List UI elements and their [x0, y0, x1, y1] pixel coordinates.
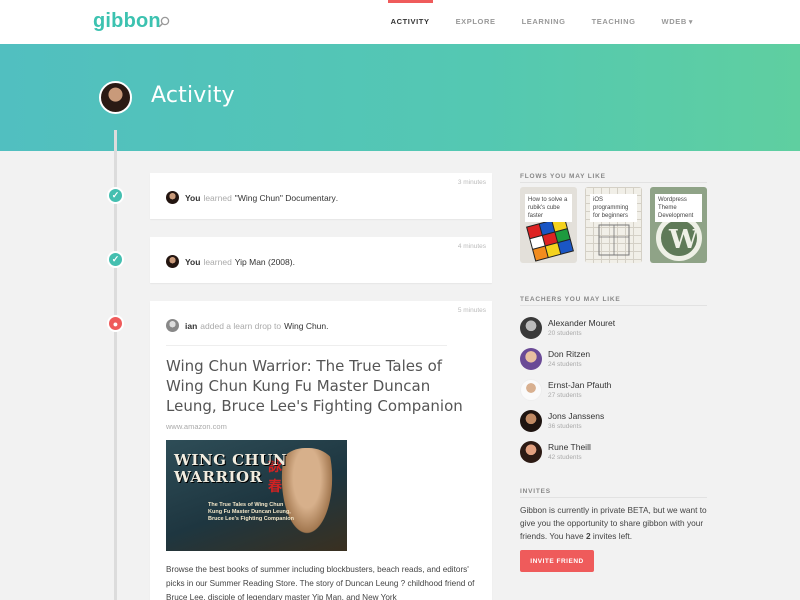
divider — [520, 497, 707, 498]
teacher-item[interactable]: Don Ritzen 24 students — [520, 348, 710, 372]
activity-object-link[interactable]: Wing Chun — [284, 321, 326, 331]
section-title-flows: FLOWS YOU MAY LIKE — [520, 173, 606, 180]
activity-verb: learned — [203, 256, 232, 267]
divider — [520, 182, 707, 183]
check-icon: ✓ — [107, 187, 124, 204]
learn-drop-description: Browse the best books of summer includin… — [166, 565, 475, 600]
source-link[interactable]: www.amazon.com — [166, 422, 227, 431]
teacher-name: Don Ritzen — [548, 349, 591, 359]
avatar — [520, 441, 542, 463]
nav-teaching[interactable]: TEACHING — [579, 0, 649, 44]
book-cover-image[interactable]: 詠春 WING CHUN WARRIOR The True Tales of W… — [166, 440, 347, 551]
section-title-teachers: TEACHERS YOU MAY LIKE — [520, 296, 621, 303]
invite-description: Gibbon is currently in private BETA, but… — [520, 505, 707, 541]
flow-card-rubiks[interactable]: How to solve a rubik's cube faster — [520, 187, 577, 263]
rubiks-cube-image — [526, 216, 574, 262]
activity-text: ian added a learn drop to Wing Chun . — [166, 319, 329, 332]
page-header-banner: Activity — [0, 44, 800, 151]
teacher-item[interactable]: Ernst-Jan Pfauth 27 students — [520, 379, 710, 403]
divider — [520, 305, 707, 306]
section-title-invites: INVITES — [520, 488, 551, 495]
learn-drop-title[interactable]: Wing Chun Warrior: The True Tales of Win… — [166, 356, 481, 416]
activity-verb: added a learn drop to — [200, 320, 282, 331]
divider — [166, 345, 447, 346]
timestamp: 5 minutes — [457, 307, 486, 314]
actor-link[interactable]: ian — [185, 321, 197, 331]
activity-text: You learned "Wing Chun" Documentary . — [166, 191, 338, 204]
book-cover-subtitle: The True Tales of Wing Chun Kung Fu Mast… — [208, 502, 294, 522]
nav-explore[interactable]: EXPLORE — [443, 0, 509, 44]
flow-card-ios[interactable]: iOS programming for beginners — [585, 187, 642, 263]
activity-object-link[interactable]: Yip Man (2008) — [235, 257, 293, 267]
actor-link[interactable]: You — [185, 257, 200, 267]
teacher-item[interactable]: Rune Theill 42 students — [520, 441, 710, 465]
avatar — [520, 410, 542, 432]
top-navigation-bar: gibbon ACTIVITY EXPLORE LEARNING TEACHIN… — [0, 0, 800, 44]
avatar — [520, 317, 542, 339]
flow-label: How to solve a rubik's cube faster — [525, 194, 572, 222]
teacher-name: Alexander Mouret — [548, 318, 616, 328]
avatar — [520, 348, 542, 370]
user-avatar[interactable] — [99, 81, 132, 114]
page-title: Activity — [151, 83, 235, 108]
nav-learning[interactable]: LEARNING — [509, 0, 579, 44]
flow-label: iOS programming for beginners — [590, 194, 637, 222]
teacher-students: 24 students — [548, 361, 582, 368]
activity-card: 4 minutes You learned Yip Man (2008) . — [150, 237, 492, 283]
actor-link[interactable]: You — [185, 193, 200, 203]
timestamp: 3 minutes — [457, 179, 486, 186]
drop-icon: ● — [107, 315, 124, 332]
activity-verb: learned — [203, 192, 232, 203]
teacher-students: 27 students — [548, 392, 582, 399]
teacher-name: Jons Janssens — [548, 411, 605, 421]
punctuation: . — [326, 320, 329, 331]
teacher-students: 42 students — [548, 454, 582, 461]
gibbon-logo[interactable]: gibbon — [93, 10, 161, 33]
nav-activity[interactable]: ACTIVITY — [378, 0, 443, 44]
flow-label: Wordpress Theme Development — [655, 194, 702, 222]
punctuation: . — [292, 256, 295, 267]
nav-user-menu[interactable]: WDEB ▾ — [649, 0, 706, 44]
teacher-students: 20 students — [548, 330, 582, 337]
flow-card-wordpress[interactable]: Wordpress Theme Development — [650, 187, 707, 263]
check-icon: ✓ — [107, 251, 124, 268]
book-cover-title: WING CHUN WARRIOR — [174, 451, 288, 486]
activity-object-link[interactable]: "Wing Chun" Documentary — [235, 193, 336, 203]
avatar[interactable] — [166, 191, 179, 204]
teacher-students: 36 students — [548, 423, 582, 430]
teacher-item[interactable]: Jons Janssens 36 students — [520, 410, 710, 434]
search-icon[interactable] — [157, 15, 171, 29]
caret-down-icon: ▾ — [688, 19, 693, 26]
learn-drop-card: 5 minutes ian added a learn drop to Wing… — [150, 301, 492, 600]
timestamp: 4 minutes — [457, 243, 486, 250]
invite-friend-button[interactable]: INVITE FRIEND — [520, 550, 594, 572]
main-nav: ACTIVITY EXPLORE LEARNING TEACHING WDEB ▾ — [378, 0, 706, 44]
avatar[interactable] — [166, 255, 179, 268]
teacher-name: Rune Theill — [548, 442, 591, 452]
teacher-item[interactable]: Alexander Mouret 20 students — [520, 317, 710, 341]
activity-card: 3 minutes You learned "Wing Chun" Docume… — [150, 173, 492, 219]
avatar[interactable] — [166, 319, 179, 332]
punctuation: . — [335, 192, 339, 203]
teacher-name: Ernst-Jan Pfauth — [548, 380, 612, 390]
avatar — [520, 379, 542, 401]
activity-text: You learned Yip Man (2008) . — [166, 255, 295, 268]
